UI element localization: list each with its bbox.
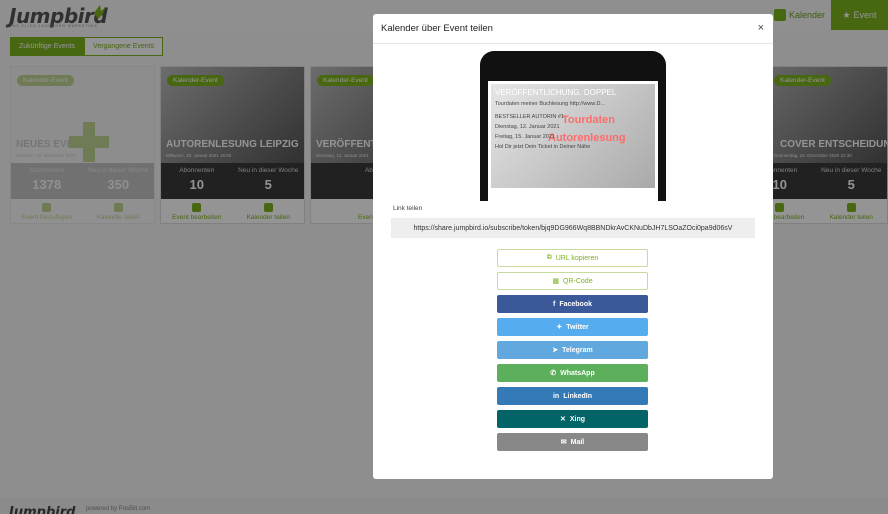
qr-code-button[interactable]: ▦ QR-Code: [497, 272, 648, 290]
button-label: Mail: [570, 438, 585, 446]
preview-line: Dienstag, 12. Januar 2021: [495, 124, 560, 130]
qrcode-icon: ▦: [552, 278, 560, 285]
preview-highlight: Autorenlesung: [548, 132, 626, 144]
preview-line: Freitag, 15. Januar 2021: [495, 134, 555, 140]
preview-title: VERÖFFENTLICHUNG. DOPPEL: [495, 88, 617, 97]
twitter-icon: ✦: [556, 324, 563, 331]
preview-highlight: Tourdaten: [562, 114, 615, 126]
copy-url-button[interactable]: ⧉ URL kopieren: [497, 249, 648, 267]
mail-icon: ✉: [560, 439, 567, 446]
phone-screen: VERÖFFENTLICHUNG. DOPPEL Tourdaten meine…: [488, 81, 658, 201]
preview-line: BESTSELLER AUTORIN #1: [495, 114, 564, 120]
whatsapp-share-button[interactable]: ✆ WhatsApp: [497, 364, 648, 382]
share-calendar-modal: Kalender über Event teilen × VERÖFFENTLI…: [373, 14, 773, 479]
link-label: Link teilen: [393, 205, 423, 212]
modal-title: Kalender über Event teilen: [381, 23, 493, 34]
button-label: WhatsApp: [560, 369, 595, 377]
button-label: QR-Code: [563, 277, 593, 285]
button-label: Twitter: [566, 323, 589, 331]
button-label: URL kopieren: [555, 254, 599, 262]
button-label: Xing: [569, 415, 586, 423]
facebook-icon: f: [552, 300, 556, 308]
whatsapp-icon: ✆: [550, 370, 557, 377]
preview-line: Hol Dir jetzt Dein Ticket in Deiner Nähe: [495, 144, 591, 150]
facebook-share-button[interactable]: f Facebook: [497, 295, 648, 313]
share-link-field[interactable]: https://share.jumpbird.io/subscribe/toke…: [391, 218, 755, 238]
button-label: LinkedIn: [563, 392, 592, 400]
button-label: Telegram: [562, 346, 593, 354]
xing-share-button[interactable]: ✕ Xing: [497, 410, 648, 428]
linkedin-icon: in: [552, 392, 560, 400]
close-button[interactable]: ×: [758, 22, 764, 34]
xing-icon: ✕: [559, 416, 566, 423]
telegram-icon: ➤: [552, 347, 559, 354]
phone-preview: VERÖFFENTLICHUNG. DOPPEL Tourdaten meine…: [480, 51, 666, 201]
button-label: Facebook: [559, 300, 593, 308]
twitter-share-button[interactable]: ✦ Twitter: [497, 318, 648, 336]
modal-header: Kalender über Event teilen: [373, 14, 773, 44]
telegram-share-button[interactable]: ➤ Telegram: [497, 341, 648, 359]
mail-share-button[interactable]: ✉ Mail: [497, 433, 648, 451]
copy-icon: ⧉: [546, 254, 552, 261]
linkedin-share-button[interactable]: in LinkedIn: [497, 387, 648, 405]
preview-subtitle: Tourdaten meiner Buchlesung http://www.D…: [495, 101, 606, 107]
